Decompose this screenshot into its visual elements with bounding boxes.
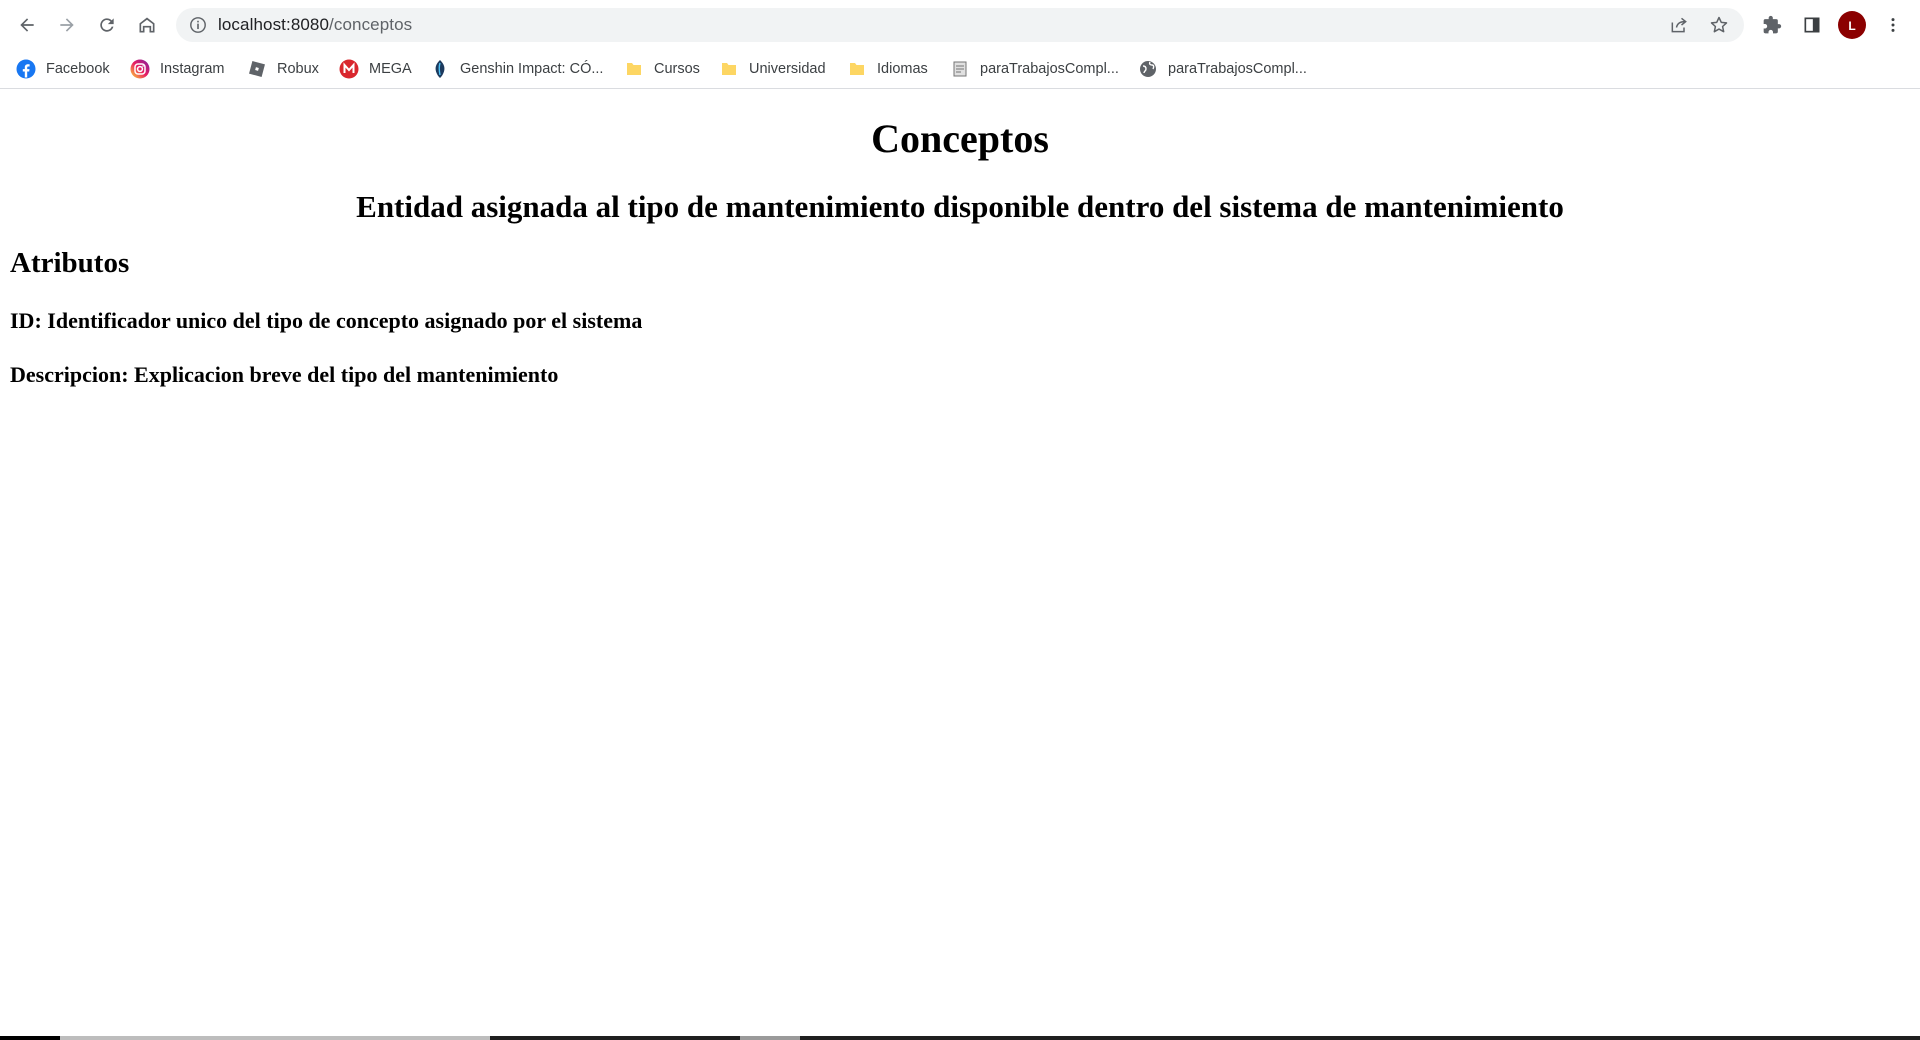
bookmark-paratrabajos-1[interactable]: paraTrabajosCompl...: [950, 56, 1119, 82]
bookmark-paratrabajos-2[interactable]: paraTrabajosCompl...: [1138, 56, 1307, 82]
avatar-initial: L: [1848, 19, 1855, 33]
back-button[interactable]: [12, 10, 42, 40]
share-icon: [1671, 17, 1687, 33]
attributes-heading: Atributos: [10, 247, 130, 279]
arrow-left-icon: [20, 18, 34, 32]
reload-button[interactable]: [92, 10, 122, 40]
side-panel-icon: [1804, 17, 1820, 33]
bookmark-label: Universidad: [749, 61, 826, 77]
share-button[interactable]: [1667, 13, 1691, 37]
bookmark-folder-idiomas[interactable]: Idiomas: [847, 56, 928, 82]
url-text[interactable]: localhost:8080/conceptos: [218, 8, 412, 42]
arrow-right-icon: [60, 18, 74, 32]
bookmark-label: Facebook: [46, 61, 110, 77]
bookmark-label: Instagram: [160, 61, 225, 77]
side-panel-button[interactable]: [1797, 10, 1827, 40]
attribute-descripcion: Descripcion: Explicacion breve del tipo …: [10, 362, 559, 387]
bookmarks-bar: Facebook Instagram Robux MEGA Genshin Im…: [0, 50, 1920, 89]
robux-icon: [247, 59, 267, 79]
bookmark-folder-cursos[interactable]: Cursos: [624, 56, 700, 82]
url-path: /conceptos: [329, 15, 413, 34]
genshin-icon: [430, 59, 450, 79]
page-subtitle: Entidad asignada al tipo de mantenimient…: [356, 189, 1564, 224]
mega-icon: [339, 59, 359, 79]
more-vert-icon: [1891, 18, 1895, 32]
page-title: Conceptos: [871, 116, 1049, 161]
bookmark-label: Robux: [277, 61, 319, 77]
globe-icon: [1138, 59, 1158, 79]
profile-avatar[interactable]: L: [1838, 11, 1866, 39]
instagram-icon: [130, 59, 150, 79]
bookmark-folder-universidad[interactable]: Universidad: [719, 56, 826, 82]
facebook-icon: [16, 59, 36, 79]
bookmark-star-button[interactable]: [1707, 13, 1731, 37]
folder-icon: [624, 59, 644, 79]
url-host: localhost:8080: [218, 15, 330, 34]
extensions-button[interactable]: [1757, 10, 1787, 40]
document-icon: [950, 59, 970, 79]
puzzle-icon: [1763, 15, 1782, 34]
browser-toolbar: localhost:8080/conceptos L: [0, 0, 1920, 50]
star-icon: [1710, 16, 1728, 33]
bookmark-label: paraTrabajosCompl...: [1168, 61, 1307, 77]
bookmark-genshin[interactable]: Genshin Impact: CÓ...: [430, 56, 603, 82]
home-icon: [139, 17, 155, 33]
attribute-id: ID: Identificador unico del tipo de conc…: [10, 308, 643, 333]
bookmark-label: Cursos: [654, 61, 700, 77]
page-content: Conceptos Entidad asignada al tipo de ma…: [0, 89, 1920, 1034]
bookmark-instagram[interactable]: Instagram: [130, 56, 224, 82]
bookmark-label: Idiomas: [877, 61, 928, 77]
reload-icon: [100, 18, 114, 32]
bookmark-label: Genshin Impact: CÓ...: [460, 61, 604, 77]
bookmark-mega[interactable]: MEGA: [339, 56, 412, 82]
address-bar[interactable]: localhost:8080/conceptos: [176, 8, 1744, 42]
browser-menu-button[interactable]: [1878, 10, 1908, 40]
bookmark-robux[interactable]: Robux: [247, 56, 319, 82]
home-button[interactable]: [132, 10, 162, 40]
site-info-icon[interactable]: [188, 15, 208, 35]
svg-text:L: L: [1848, 19, 1855, 33]
folder-icon: [719, 59, 739, 79]
folder-icon: [847, 59, 867, 79]
bookmark-facebook[interactable]: Facebook: [16, 56, 110, 82]
forward-button[interactable]: [52, 10, 82, 40]
bookmark-label: MEGA: [369, 61, 412, 77]
taskbar-edge: [0, 1036, 1920, 1040]
bookmark-label: paraTrabajosCompl...: [980, 61, 1119, 77]
